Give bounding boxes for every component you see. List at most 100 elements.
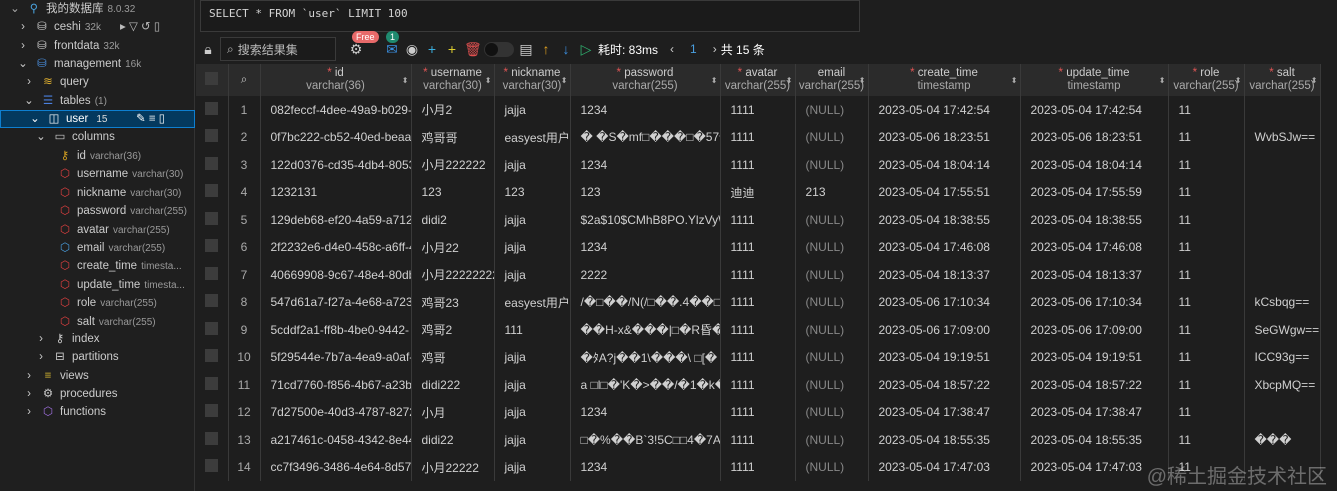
row-checkbox[interactable] (196, 371, 229, 399)
table-row[interactable]: 9 5cddf2a1-ff8b-4be0-9442- 鸡哥2 111 ��H-x&���… (196, 316, 1321, 344)
cell-nickname[interactable]: 111 (494, 316, 571, 344)
tables-node[interactable]: ⌄ ☰ tables (1) (22, 92, 107, 110)
cell-avatar[interactable]: 1111 (720, 151, 796, 179)
row-checkbox[interactable] (196, 261, 229, 289)
cell-id[interactable]: 40669908-9c67-48e4-80db (260, 261, 412, 289)
db-node-management[interactable]: ⌄ ⛁ management 16k (16, 55, 141, 73)
cell-id[interactable]: 129deb68-ef20-4a59-a712- (260, 206, 412, 234)
column-node-role[interactable]: ⬡ role varchar(255) (58, 294, 157, 312)
row-checkbox[interactable] (196, 123, 229, 151)
cell-password[interactable]: 2222 (570, 261, 721, 289)
cell-salt[interactable] (1244, 233, 1321, 261)
table-row[interactable]: 1 082feccf-4dee-49a9-b029-5 小月2 jajja 1234 11… (196, 96, 1321, 124)
row-checkbox[interactable] (196, 398, 229, 426)
cell-role[interactable]: 11 (1168, 123, 1245, 151)
cell-avatar[interactable]: 1111 (720, 233, 796, 261)
cell-create_time[interactable]: 2023-05-04 18:04:14 (868, 151, 1021, 179)
cell-id[interactable]: 5f29544e-7b7a-4ea9-a0af- (260, 343, 412, 371)
row-checkbox[interactable] (196, 288, 229, 316)
cell-salt[interactable]: WvbSJw== (1244, 123, 1321, 151)
arrow-down-icon[interactable]: ↓ (558, 41, 574, 57)
cell-email[interactable]: (NULL) (795, 151, 869, 179)
table-row[interactable]: 11 71cd7760-f856-4b67-a23b-didi222 jajja a … (196, 371, 1321, 399)
table-row[interactable]: 10 5f29544e-7b7a-4ea9-a0af- 鸡哥 jajja �ﾀA?j��… (196, 343, 1321, 371)
cell-avatar[interactable]: 1111 (720, 398, 796, 426)
cell-role[interactable]: 11 (1168, 233, 1245, 261)
terminal-icon[interactable]: ▸ (120, 21, 126, 33)
column-node-update_time[interactable]: ⬡ update_time timesta... (58, 276, 185, 294)
views-node[interactable]: › ≡ views (22, 367, 89, 385)
sort-icon[interactable]: ⬍ (561, 74, 568, 87)
cell-id[interactable]: 1232131 (260, 178, 412, 206)
cell-email[interactable]: (NULL) (795, 206, 869, 234)
delete-icon[interactable]: 🗑︎ (464, 41, 482, 58)
cell-salt[interactable]: XbcpMQ== (1244, 371, 1321, 399)
cell-nickname[interactable]: easyest用户 (494, 288, 571, 316)
cell-email[interactable]: 213 (795, 178, 869, 206)
cell-password[interactable]: 1234 (570, 151, 721, 179)
cell-username[interactable]: 小月222222 (411, 151, 495, 179)
cell-create_time[interactable]: 2023-05-04 17:47:03 (868, 453, 1021, 481)
cell-password[interactable]: 1234 (570, 233, 721, 261)
column-header-avatar[interactable]: * avatar varchar(255) ⬍ (720, 64, 796, 96)
columns-node[interactable]: ⌄ ▭ columns (34, 128, 115, 146)
table-row[interactable]: 12 7d27500e-40d3-4787-8272 小月 jajja 1234 1111… (196, 398, 1321, 426)
column-header-salt[interactable]: * salt varchar(255) ⬍ (1244, 64, 1321, 96)
cell-id[interactable]: 2f2232e6-d4e0-458c-a6ff-4 (260, 233, 412, 261)
column-node-salt[interactable]: ⬡ salt varchar(255) (58, 313, 156, 331)
cell-role[interactable]: 11 (1168, 398, 1245, 426)
column-header-username[interactable]: * username varchar(30) ⬍ (411, 64, 495, 96)
sql-editor[interactable]: SELECT * FROM `user` LIMIT 100 (200, 0, 860, 32)
cell-update_time[interactable]: 2023-05-04 17:38:47 (1020, 398, 1169, 426)
cell-nickname[interactable]: jajja (494, 398, 571, 426)
cell-password[interactable]: 1234 (570, 398, 721, 426)
cell-id[interactable]: a217461c-0458-4342-8e44- (260, 426, 412, 454)
cell-nickname[interactable]: 123 (494, 178, 571, 206)
cell-avatar[interactable]: 1111 (720, 123, 796, 151)
cell-create_time[interactable]: 2023-05-06 17:09:00 (868, 316, 1021, 344)
history-icon[interactable]: ↺ (141, 21, 151, 33)
cell-salt[interactable]: ICC93g== (1244, 343, 1321, 371)
menu-icon[interactable]: ≡ (149, 113, 156, 125)
procedures-node[interactable]: › ⚙ procedures (22, 385, 117, 403)
column-header-create_time[interactable]: * create_time timestamp ⬍ (868, 64, 1021, 96)
cell-avatar[interactable]: 1111 (720, 288, 796, 316)
cell-salt[interactable] (1244, 398, 1321, 426)
functions-node[interactable]: › ⬡ functions (22, 403, 106, 421)
cell-create_time[interactable]: 2023-05-04 17:46:08 (868, 233, 1021, 261)
cell-username[interactable]: didi222 (411, 371, 495, 399)
run-icon[interactable]: ▷ (578, 41, 594, 58)
column-node-username[interactable]: ⬡ username varchar(30) (58, 165, 183, 183)
cell-avatar[interactable]: 1111 (720, 261, 796, 289)
row-checkbox[interactable] (196, 206, 229, 234)
cell-role[interactable]: 11 (1168, 261, 1245, 289)
cell-nickname[interactable]: jajja (494, 261, 571, 289)
query-node[interactable]: › ≋ query (22, 73, 89, 91)
cell-update_time[interactable]: 2023-05-06 17:09:00 (1020, 316, 1169, 344)
cell-username[interactable]: 小月2 (411, 96, 495, 124)
db-node-ceshi[interactable]: › ⛁ ceshi 32k (16, 18, 101, 36)
cell-id[interactable]: 082feccf-4dee-49a9-b029-5 (260, 96, 412, 124)
column-header-update_time[interactable]: * update_time timestamp ⬍ (1020, 64, 1169, 96)
page-number[interactable]: 1 (690, 42, 697, 56)
cell-nickname[interactable]: jajja (494, 343, 571, 371)
cell-avatar[interactable]: 1111 (720, 316, 796, 344)
cell-id[interactable]: 0f7bc222-cb52-40ed-beaa- (260, 123, 412, 151)
cell-avatar[interactable]: 1111 (720, 206, 796, 234)
cell-id[interactable]: 5cddf2a1-ff8b-4be0-9442- (260, 316, 412, 344)
cell-avatar[interactable]: 1111 (720, 343, 796, 371)
cell-salt[interactable]: SeGWgw== (1244, 316, 1321, 344)
column-header-email[interactable]: email varchar(255) ⬍ (795, 64, 869, 96)
row-checkbox[interactable] (196, 96, 229, 124)
row-checkbox[interactable] (196, 343, 229, 371)
cell-avatar[interactable]: 1111 (720, 426, 796, 454)
column-header-nickname[interactable]: * nickname varchar(30) ⬍ (494, 64, 571, 96)
cell-salt[interactable] (1244, 151, 1321, 179)
table-row[interactable]: 7 40669908-9c67-48e4-80db 小月22222222 jajja 2… (196, 261, 1321, 289)
sort-icon[interactable]: ⬍ (485, 74, 492, 87)
cell-create_time[interactable]: 2023-05-04 18:57:22 (868, 371, 1021, 399)
cell-username[interactable]: didi22 (411, 426, 495, 454)
cell-update_time[interactable]: 2023-05-04 19:19:51 (1020, 343, 1169, 371)
cell-role[interactable]: 11 (1168, 316, 1245, 344)
cell-id[interactable]: 7d27500e-40d3-4787-8272 (260, 398, 412, 426)
